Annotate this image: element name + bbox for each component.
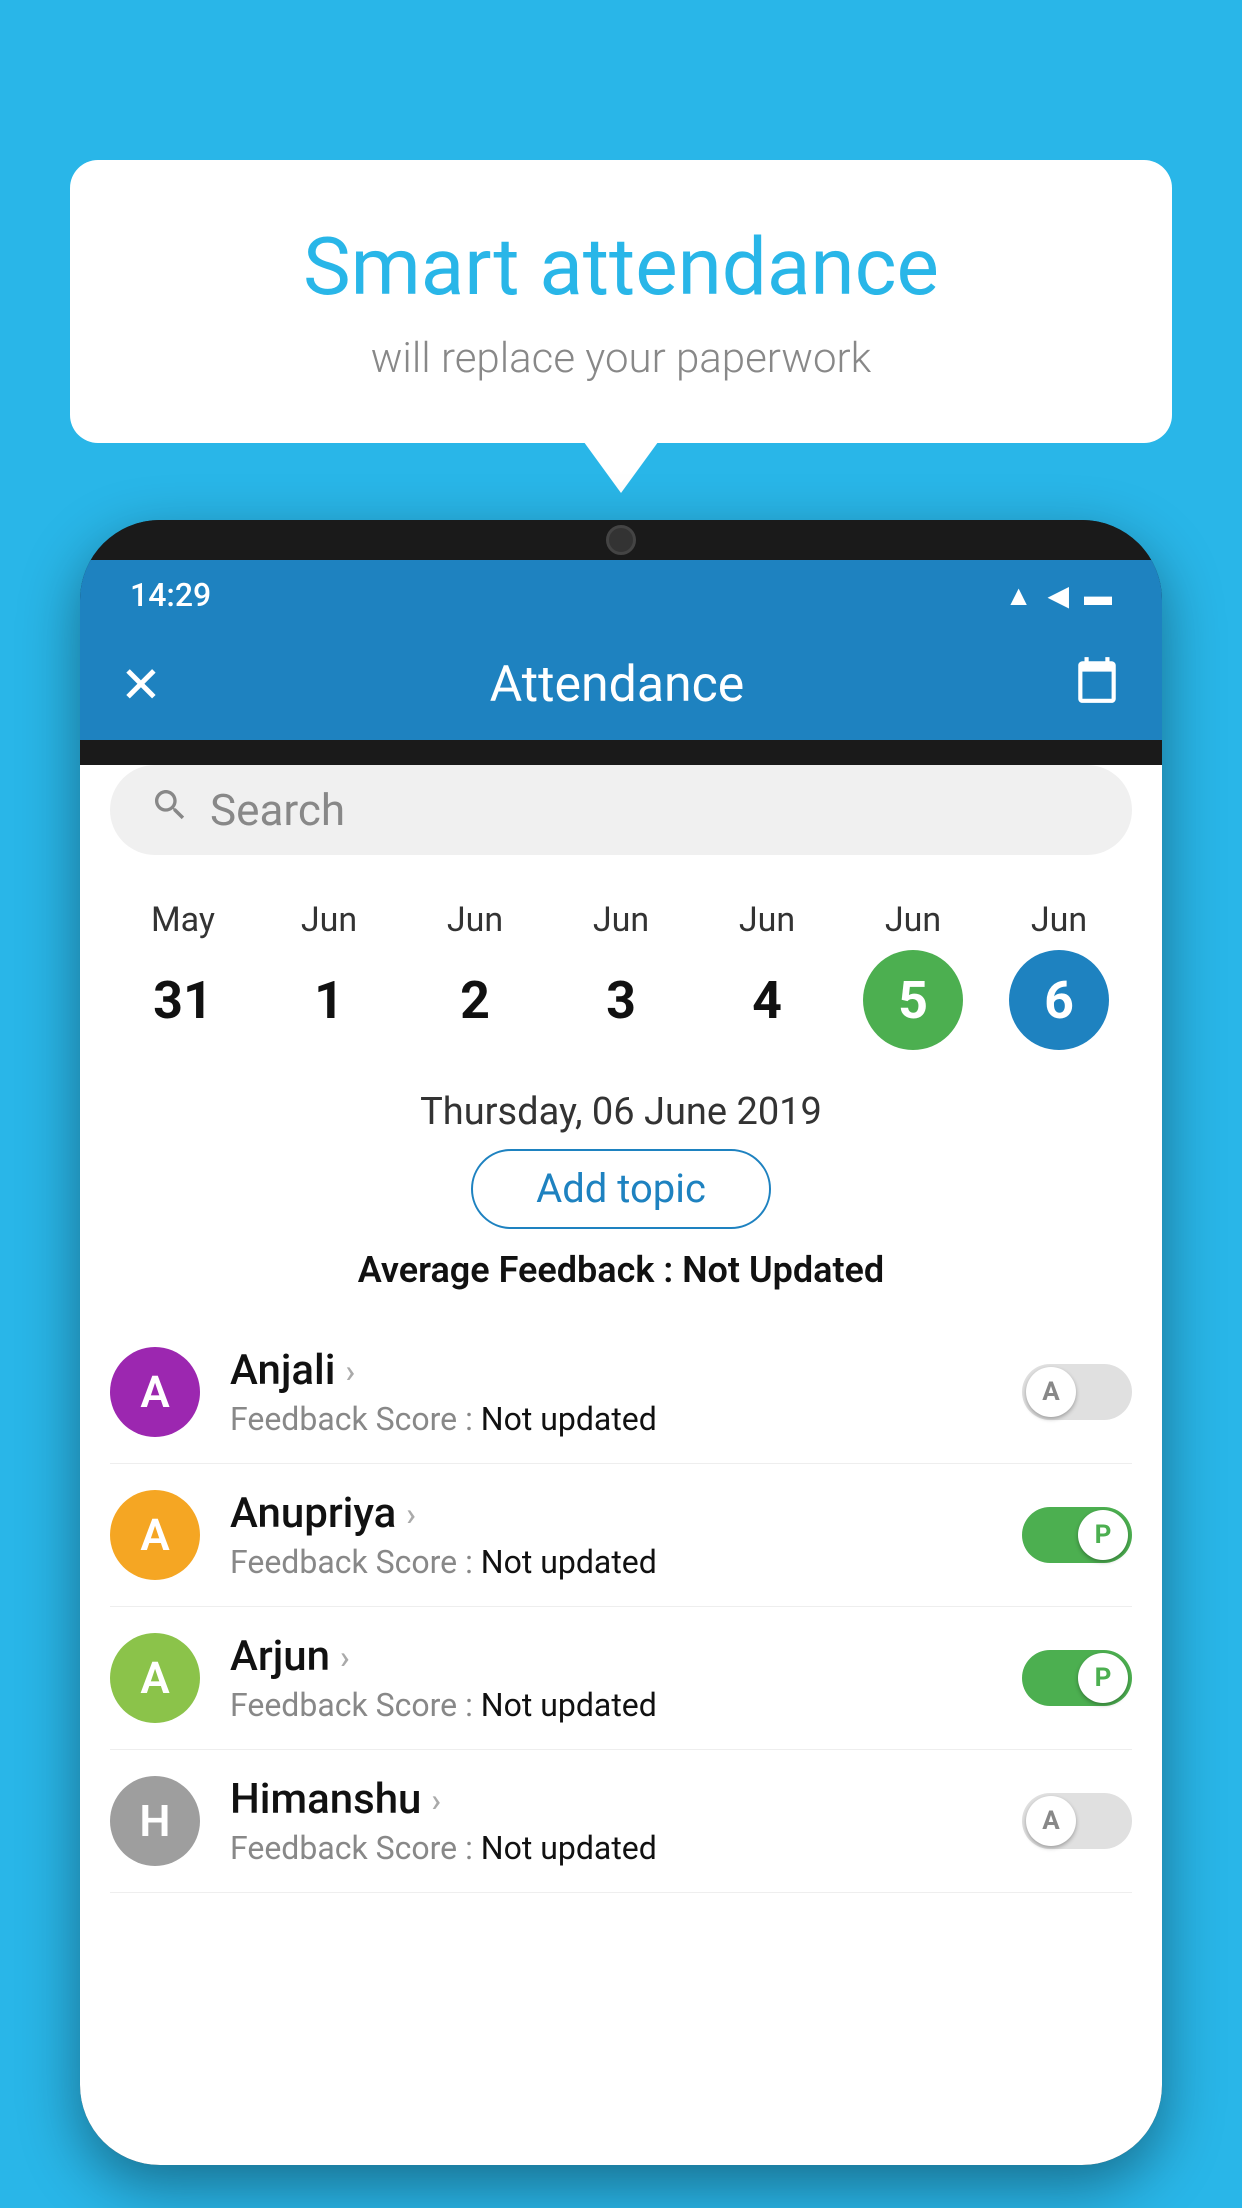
chevron-right-icon: › bbox=[340, 1638, 350, 1676]
student-info: Anupriya › Feedback Score : Not updated bbox=[230, 1489, 992, 1581]
attendance-toggle[interactable]: A bbox=[1022, 1364, 1132, 1420]
date-item[interactable]: Jun 3 bbox=[571, 900, 671, 1050]
wifi-icon: ▲ bbox=[1005, 579, 1033, 612]
feedback-value: Not updated bbox=[481, 1543, 657, 1581]
date-month: Jun bbox=[739, 900, 795, 940]
toggle-knob: A bbox=[1026, 1796, 1076, 1846]
phone-container: 14:29 ▲ ◀ ▬ ✕ Attendance bbox=[80, 520, 1162, 2208]
avg-feedback-label: Average Feedback : bbox=[358, 1249, 673, 1291]
student-avatar: A bbox=[110, 1347, 200, 1437]
toggle-knob: P bbox=[1078, 1653, 1128, 1703]
feedback-value: Not updated bbox=[481, 1400, 657, 1438]
student-avatar: H bbox=[110, 1776, 200, 1866]
avg-feedback-value: Not Updated bbox=[682, 1249, 884, 1291]
student-item: A Anupriya › Feedback Score : Not updated P bbox=[110, 1464, 1132, 1607]
search-placeholder: Search bbox=[210, 784, 345, 836]
student-avatar: A bbox=[110, 1633, 200, 1723]
average-feedback: Average Feedback : Not Updated bbox=[80, 1249, 1162, 1291]
add-topic-button[interactable]: Add topic bbox=[471, 1149, 771, 1229]
chevron-right-icon: › bbox=[345, 1352, 355, 1390]
phone-top-bar bbox=[80, 520, 1162, 560]
student-info: Anjali › Feedback Score : Not updated bbox=[230, 1346, 992, 1438]
student-name[interactable]: Anupriya › bbox=[230, 1489, 992, 1538]
bubble-subtitle: will replace your paperwork bbox=[150, 334, 1092, 383]
student-feedback-score: Feedback Score : Not updated bbox=[230, 1400, 992, 1438]
date-month: Jun bbox=[301, 900, 357, 940]
feedback-value: Not updated bbox=[481, 1686, 657, 1724]
student-feedback-score: Feedback Score : Not updated bbox=[230, 1686, 992, 1724]
selected-date-label: Thursday, 06 June 2019 bbox=[80, 1090, 1162, 1134]
speech-bubble: Smart attendance will replace your paper… bbox=[70, 160, 1172, 443]
date-item[interactable]: Jun 2 bbox=[425, 900, 525, 1050]
chevron-right-icon: › bbox=[431, 1781, 441, 1819]
student-avatar: A bbox=[110, 1490, 200, 1580]
signal-icon: ◀ bbox=[1047, 579, 1069, 612]
date-month: Jun bbox=[593, 900, 649, 940]
date-item[interactable]: Jun 1 bbox=[279, 900, 379, 1050]
status-bar: 14:29 ▲ ◀ ▬ bbox=[80, 560, 1162, 630]
student-item: H Himanshu › Feedback Score : Not updated A bbox=[110, 1750, 1132, 1893]
student-info: Arjun › Feedback Score : Not updated bbox=[230, 1632, 992, 1724]
phone: 14:29 ▲ ◀ ▬ ✕ Attendance bbox=[80, 520, 1162, 2165]
app-header: ✕ Attendance bbox=[80, 630, 1162, 740]
student-name[interactable]: Arjun › bbox=[230, 1632, 992, 1681]
date-number[interactable]: 2 bbox=[425, 950, 525, 1050]
toggle-off[interactable]: A bbox=[1022, 1793, 1132, 1849]
date-month: Jun bbox=[885, 900, 941, 940]
student-name[interactable]: Himanshu › bbox=[230, 1775, 992, 1824]
date-number[interactable]: 3 bbox=[571, 950, 671, 1050]
chevron-right-icon: › bbox=[406, 1495, 416, 1533]
date-number[interactable]: 31 bbox=[133, 950, 233, 1050]
date-month: Jun bbox=[1031, 900, 1087, 940]
student-item: A Anjali › Feedback Score : Not updated A bbox=[110, 1321, 1132, 1464]
date-item[interactable]: Jun 4 bbox=[717, 900, 817, 1050]
student-feedback-score: Feedback Score : Not updated bbox=[230, 1543, 992, 1581]
student-name[interactable]: Anjali › bbox=[230, 1346, 992, 1395]
student-feedback-score: Feedback Score : Not updated bbox=[230, 1829, 992, 1867]
toggle-knob: A bbox=[1026, 1367, 1076, 1417]
date-item[interactable]: Jun 6 bbox=[1009, 900, 1109, 1050]
toggle-on[interactable]: P bbox=[1022, 1507, 1132, 1563]
attendance-toggle[interactable]: P bbox=[1022, 1650, 1132, 1706]
search-icon bbox=[150, 785, 190, 835]
date-number[interactable]: 1 bbox=[279, 950, 379, 1050]
date-number[interactable]: 6 bbox=[1009, 950, 1109, 1050]
date-month: Jun bbox=[447, 900, 503, 940]
search-bar[interactable]: Search bbox=[110, 765, 1132, 855]
bubble-title: Smart attendance bbox=[150, 220, 1092, 314]
date-selector: May 31 Jun 1 Jun 2 Jun 3 Jun 4 Jun 5 Jun 6 bbox=[80, 880, 1162, 1070]
battery-icon: ▬ bbox=[1084, 579, 1112, 612]
close-button[interactable]: ✕ bbox=[120, 656, 162, 715]
toggle-off[interactable]: A bbox=[1022, 1364, 1132, 1420]
date-item[interactable]: Jun 5 bbox=[863, 900, 963, 1050]
attendance-toggle[interactable]: A bbox=[1022, 1793, 1132, 1849]
camera-dot bbox=[606, 525, 636, 555]
date-number[interactable]: 5 bbox=[863, 950, 963, 1050]
attendance-toggle[interactable]: P bbox=[1022, 1507, 1132, 1563]
status-time: 14:29 bbox=[130, 576, 211, 614]
screen-title: Attendance bbox=[490, 656, 745, 714]
status-icons: ▲ ◀ ▬ bbox=[1005, 579, 1112, 612]
date-number[interactable]: 4 bbox=[717, 950, 817, 1050]
screen-content: Search May 31 Jun 1 Jun 2 Jun 3 Jun 4 Jun 5 Jun 6 Thu… bbox=[80, 765, 1162, 2165]
date-month: May bbox=[151, 900, 215, 940]
toggle-on[interactable]: P bbox=[1022, 1650, 1132, 1706]
speech-bubble-container: Smart attendance will replace your paper… bbox=[70, 160, 1172, 443]
calendar-icon[interactable] bbox=[1072, 655, 1122, 716]
feedback-value: Not updated bbox=[481, 1829, 657, 1867]
date-item[interactable]: May 31 bbox=[133, 900, 233, 1050]
student-list: AAnjali ›Feedback Score : Not updatedAAA… bbox=[80, 1321, 1162, 1893]
toggle-knob: P bbox=[1078, 1510, 1128, 1560]
student-item: A Arjun › Feedback Score : Not updated P bbox=[110, 1607, 1132, 1750]
student-info: Himanshu › Feedback Score : Not updated bbox=[230, 1775, 992, 1867]
